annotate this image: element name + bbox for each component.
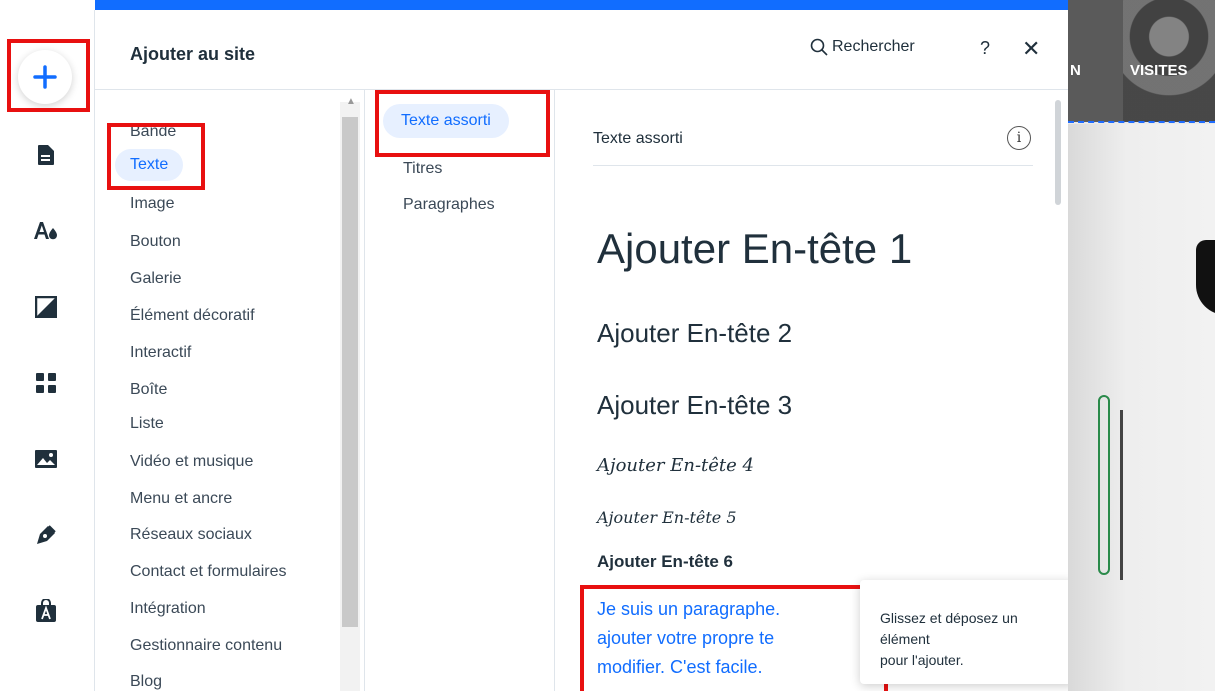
heading-6-preset[interactable]: Ajouter En-tête 6 bbox=[597, 552, 733, 572]
apps-button[interactable] bbox=[28, 365, 64, 401]
category-item-interactif[interactable]: Interactif bbox=[130, 343, 191, 363]
left-toolbar bbox=[0, 10, 95, 691]
category-item-reseaux-sociaux[interactable]: Réseaux sociaux bbox=[130, 525, 252, 545]
search-icon bbox=[810, 38, 828, 56]
paragraph-highlight bbox=[580, 585, 888, 691]
blog-button[interactable] bbox=[28, 517, 64, 553]
header-pattern bbox=[1123, 0, 1215, 122]
theme-button[interactable] bbox=[28, 213, 64, 249]
category-item-liste[interactable]: Liste bbox=[130, 414, 164, 434]
scroll-up-icon[interactable]: ▲ bbox=[346, 96, 356, 107]
site-nav-item-partial[interactable]: N bbox=[1070, 62, 1081, 79]
category-item-video-musique[interactable]: Vidéo et musique bbox=[130, 452, 253, 472]
background-icon bbox=[35, 296, 57, 318]
tooltip-line: pour l'ajouter. bbox=[880, 652, 964, 668]
subcategory-item-paragraphes[interactable]: Paragraphes bbox=[403, 196, 495, 214]
tooltip-line: Glissez et déposez un élément bbox=[880, 610, 1018, 647]
top-blue-bar bbox=[95, 0, 1068, 10]
category-item-integration[interactable]: Intégration bbox=[130, 599, 206, 619]
blog-icon bbox=[37, 525, 56, 544]
lamp-cord-image bbox=[1098, 395, 1110, 575]
site-hero-image bbox=[1068, 124, 1215, 691]
header-boundary-line bbox=[1068, 121, 1215, 123]
category-item-element-decoratif[interactable]: Élément décoratif bbox=[130, 306, 255, 326]
background-button[interactable] bbox=[28, 289, 64, 325]
heading-5-preset[interactable]: Ajouter En-tête 5 bbox=[597, 508, 737, 527]
heading-1-preset[interactable]: Ajouter En-tête 1 bbox=[597, 225, 912, 273]
pages-button[interactable] bbox=[28, 137, 64, 173]
heading-2-preset[interactable]: Ajouter En-tête 2 bbox=[597, 318, 792, 349]
theme-icon bbox=[34, 222, 57, 240]
category-highlight bbox=[107, 123, 205, 190]
content-scrollbar[interactable] bbox=[1055, 100, 1061, 205]
drag-drop-tooltip: Glissez et déposez un élément pour l'ajo… bbox=[860, 580, 1075, 684]
search-button[interactable]: Rechercher bbox=[810, 38, 915, 56]
category-scrollbar-thumb[interactable] bbox=[342, 117, 358, 627]
lamp-rod-image bbox=[1120, 410, 1123, 580]
category-item-boite[interactable]: Boîte bbox=[130, 380, 167, 400]
subcategory-item-titres[interactable]: Titres bbox=[403, 160, 442, 178]
category-item-galerie[interactable]: Galerie bbox=[130, 269, 182, 289]
media-button[interactable] bbox=[28, 441, 64, 477]
apps-icon bbox=[36, 373, 56, 393]
panel-header: Ajouter au site Rechercher ? ✕ bbox=[95, 10, 1068, 90]
site-nav-item-visites[interactable]: VISITES bbox=[1130, 62, 1188, 79]
category-item-image[interactable]: Image bbox=[130, 194, 174, 214]
subcategory-highlight bbox=[375, 90, 550, 157]
close-button[interactable]: ✕ bbox=[1022, 38, 1040, 60]
add-button-highlight bbox=[7, 39, 90, 112]
heading-3-preset[interactable]: Ajouter En-tête 3 bbox=[597, 390, 792, 421]
business-button[interactable] bbox=[28, 593, 64, 629]
site-preview: N VISITES bbox=[1068, 0, 1215, 691]
content-divider bbox=[593, 165, 1033, 166]
pages-icon bbox=[38, 145, 54, 165]
subcategory-list: Titres Texte assorti Paragraphes bbox=[365, 90, 555, 691]
info-icon[interactable]: i bbox=[1007, 126, 1031, 150]
category-item-blog[interactable]: Blog bbox=[130, 672, 162, 691]
heading-4-preset[interactable]: Ajouter En-tête 4 bbox=[597, 455, 754, 476]
category-list: Bande Texte Image Bouton Galerie Élément… bbox=[95, 90, 365, 691]
category-item-bouton[interactable]: Bouton bbox=[130, 232, 181, 252]
category-item-gestionnaire-contenu[interactable]: Gestionnaire contenu bbox=[130, 636, 282, 656]
panel-title: Ajouter au site bbox=[130, 44, 256, 64]
media-icon bbox=[35, 450, 57, 468]
search-label: Rechercher bbox=[832, 38, 915, 55]
category-item-menu-ancre[interactable]: Menu et ancre bbox=[130, 489, 232, 509]
category-item-contact-formulaires[interactable]: Contact et formulaires bbox=[130, 562, 287, 582]
help-button[interactable]: ? bbox=[980, 38, 990, 59]
business-icon bbox=[36, 599, 56, 622]
content-section-title: Texte assorti bbox=[593, 130, 683, 147]
